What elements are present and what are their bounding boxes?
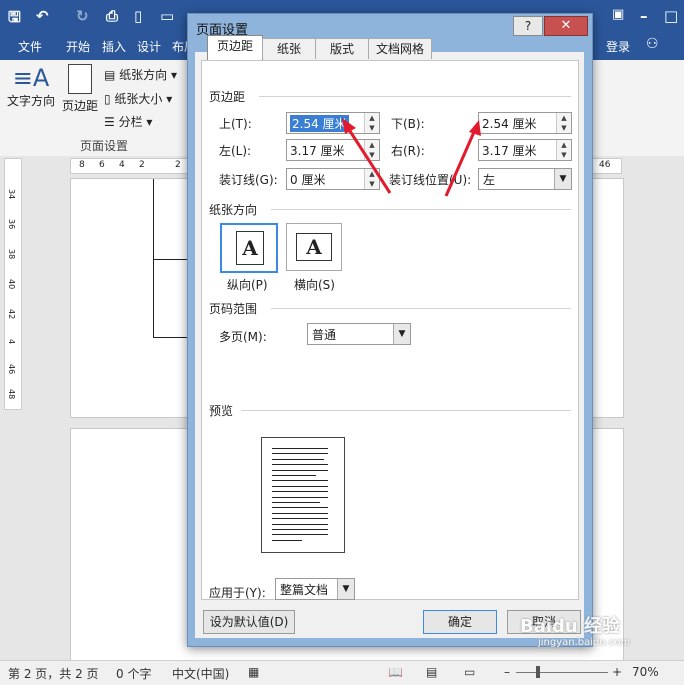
- watermark-logo: Baidu 经验: [520, 616, 621, 637]
- red-arrow-icon: [342, 118, 392, 194]
- red-arrow-icon: [444, 120, 481, 197]
- watermark-url: jingyan.baidu.com: [538, 637, 631, 648]
- annotation-arrows: [342, 118, 481, 197]
